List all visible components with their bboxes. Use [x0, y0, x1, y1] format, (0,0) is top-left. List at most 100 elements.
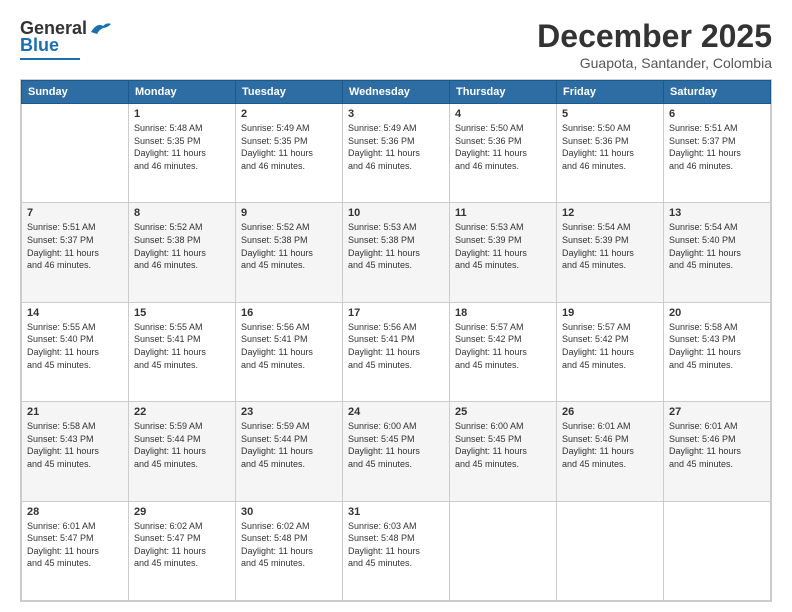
day-info: Sunrise: 5:49 AM Sunset: 5:36 PM Dayligh…: [348, 122, 444, 172]
day-cell: 27 Sunrise: 6:01 AM Sunset: 5:46 PM Dayli…: [664, 402, 771, 501]
day-cell: [450, 501, 557, 600]
day-cell: 15 Sunrise: 5:55 AM Sunset: 5:41 PM Dayli…: [129, 302, 236, 401]
day-cell: 9Sunrise: 5:52 AM Sunset: 5:38 PM Daylig…: [236, 203, 343, 302]
day-cell: 13Sunrise: 5:54 AM Sunset: 5:40 PM Dayli…: [664, 203, 771, 302]
day-cell: 16Sunrise: 5:56 AM Sunset: 5:41 PM Dayli…: [236, 302, 343, 401]
day-info: Sunrise: 6:00 AM Sunset: 5:45 PM Dayligh…: [455, 420, 551, 470]
logo-blue: Blue: [20, 35, 59, 56]
day-cell: 4Sunrise: 5:50 AM Sunset: 5:36 PM Daylig…: [450, 104, 557, 203]
day-header-wednesday: Wednesday: [343, 81, 450, 104]
calendar: SundayMondayTuesdayWednesdayThursdayFrid…: [20, 79, 772, 602]
day-number: 17: [348, 307, 444, 319]
day-header-monday: Monday: [129, 81, 236, 104]
day-info: Sunrise: 5:54 AM Sunset: 5:40 PM Dayligh…: [669, 221, 765, 271]
day-info: Sunrise: 5:51 AM Sunset: 5:37 PM Dayligh…: [27, 221, 123, 271]
day-number: 29: [134, 506, 230, 518]
day-info: Sunrise: 5:49 AM Sunset: 5:35 PM Dayligh…: [241, 122, 337, 172]
day-info: Sunrise: 5:50 AM Sunset: 5:36 PM Dayligh…: [562, 122, 658, 172]
day-info: Sunrise: 5:59 AM Sunset: 5:44 PM Dayligh…: [241, 420, 337, 470]
day-cell: 5 Sunrise: 5:50 AM Sunset: 5:36 PM Daylig…: [557, 104, 664, 203]
logo-underline: [20, 58, 80, 60]
day-info: Sunrise: 6:02 AM Sunset: 5:47 PM Dayligh…: [134, 520, 230, 570]
day-cell: 22Sunrise: 5:59 AM Sunset: 5:44 PM Dayli…: [129, 402, 236, 501]
day-info: Sunrise: 6:01 AM Sunset: 5:46 PM Dayligh…: [669, 420, 765, 470]
day-info: Sunrise: 6:00 AM Sunset: 5:45 PM Dayligh…: [348, 420, 444, 470]
day-number: 4: [455, 108, 551, 120]
main-title: December 2025: [537, 18, 772, 55]
page: General Blue December 2025 Guapota, Sant…: [0, 0, 792, 612]
day-cell: [22, 104, 129, 203]
calendar-body: 1Sunrise: 5:48 AM Sunset: 5:35 PM Daylig…: [22, 104, 771, 601]
day-number: 3: [348, 108, 444, 120]
day-info: Sunrise: 5:48 AM Sunset: 5:35 PM Dayligh…: [134, 122, 230, 172]
day-number: 25: [455, 406, 551, 418]
day-number: 7: [27, 207, 123, 219]
calendar-header: SundayMondayTuesdayWednesdayThursdayFrid…: [22, 81, 771, 104]
day-cell: 17 Sunrise: 5:56 AM Sunset: 5:41 PM Dayli…: [343, 302, 450, 401]
day-number: 21: [27, 406, 123, 418]
day-number: 16: [241, 307, 337, 319]
week-row-4: 21 Sunrise: 5:58 AM Sunset: 5:43 PM Dayli…: [22, 402, 771, 501]
logo: General Blue: [20, 18, 111, 60]
day-cell: 7 Sunrise: 5:51 AM Sunset: 5:37 PM Daylig…: [22, 203, 129, 302]
day-cell: 18Sunrise: 5:57 AM Sunset: 5:42 PM Dayli…: [450, 302, 557, 401]
day-info: Sunrise: 5:53 AM Sunset: 5:38 PM Dayligh…: [348, 221, 444, 271]
day-info: Sunrise: 5:56 AM Sunset: 5:41 PM Dayligh…: [348, 321, 444, 371]
header: General Blue December 2025 Guapota, Sant…: [20, 18, 772, 71]
day-header-friday: Friday: [557, 81, 664, 104]
day-number: 12: [562, 207, 658, 219]
day-number: 19: [562, 307, 658, 319]
day-cell: 10 Sunrise: 5:53 AM Sunset: 5:38 PM Dayli…: [343, 203, 450, 302]
day-number: 5: [562, 108, 658, 120]
header-row: SundayMondayTuesdayWednesdayThursdayFrid…: [22, 81, 771, 104]
day-cell: 29 Sunrise: 6:02 AM Sunset: 5:47 PM Dayli…: [129, 501, 236, 600]
day-info: Sunrise: 5:55 AM Sunset: 5:41 PM Dayligh…: [134, 321, 230, 371]
day-cell: [664, 501, 771, 600]
day-cell: 26Sunrise: 6:01 AM Sunset: 5:46 PM Dayli…: [557, 402, 664, 501]
day-number: 6: [669, 108, 765, 120]
day-cell: 1Sunrise: 5:48 AM Sunset: 5:35 PM Daylig…: [129, 104, 236, 203]
title-block: December 2025 Guapota, Santander, Colomb…: [537, 18, 772, 71]
day-cell: 8Sunrise: 5:52 AM Sunset: 5:38 PM Daylig…: [129, 203, 236, 302]
day-number: 11: [455, 207, 551, 219]
day-info: Sunrise: 6:03 AM Sunset: 5:48 PM Dayligh…: [348, 520, 444, 570]
day-number: 14: [27, 307, 123, 319]
day-number: 28: [27, 506, 123, 518]
day-cell: 6Sunrise: 5:51 AM Sunset: 5:37 PM Daylig…: [664, 104, 771, 203]
day-cell: 25 Sunrise: 6:00 AM Sunset: 5:45 PM Dayli…: [450, 402, 557, 501]
day-number: 8: [134, 207, 230, 219]
calendar-table: SundayMondayTuesdayWednesdayThursdayFrid…: [21, 80, 771, 601]
day-number: 9: [241, 207, 337, 219]
day-cell: 28Sunrise: 6:01 AM Sunset: 5:47 PM Dayli…: [22, 501, 129, 600]
day-cell: 14 Sunrise: 5:55 AM Sunset: 5:40 PM Dayli…: [22, 302, 129, 401]
day-header-sunday: Sunday: [22, 81, 129, 104]
day-header-thursday: Thursday: [450, 81, 557, 104]
day-number: 23: [241, 406, 337, 418]
day-number: 30: [241, 506, 337, 518]
week-row-1: 1Sunrise: 5:48 AM Sunset: 5:35 PM Daylig…: [22, 104, 771, 203]
day-number: 15: [134, 307, 230, 319]
day-cell: 19Sunrise: 5:57 AM Sunset: 5:42 PM Dayli…: [557, 302, 664, 401]
day-number: 27: [669, 406, 765, 418]
day-number: 10: [348, 207, 444, 219]
day-header-tuesday: Tuesday: [236, 81, 343, 104]
day-number: 31: [348, 506, 444, 518]
week-row-5: 28Sunrise: 6:01 AM Sunset: 5:47 PM Dayli…: [22, 501, 771, 600]
subtitle: Guapota, Santander, Colombia: [537, 55, 772, 71]
day-number: 24: [348, 406, 444, 418]
day-cell: 23 Sunrise: 5:59 AM Sunset: 5:44 PM Dayli…: [236, 402, 343, 501]
day-info: Sunrise: 5:54 AM Sunset: 5:39 PM Dayligh…: [562, 221, 658, 271]
day-cell: [557, 501, 664, 600]
day-info: Sunrise: 5:53 AM Sunset: 5:39 PM Dayligh…: [455, 221, 551, 271]
day-header-saturday: Saturday: [664, 81, 771, 104]
day-info: Sunrise: 5:58 AM Sunset: 5:43 PM Dayligh…: [27, 420, 123, 470]
logo-bird-icon: [89, 20, 111, 36]
day-info: Sunrise: 5:57 AM Sunset: 5:42 PM Dayligh…: [455, 321, 551, 371]
day-number: 20: [669, 307, 765, 319]
day-info: Sunrise: 5:59 AM Sunset: 5:44 PM Dayligh…: [134, 420, 230, 470]
day-info: Sunrise: 5:55 AM Sunset: 5:40 PM Dayligh…: [27, 321, 123, 371]
day-cell: 3 Sunrise: 5:49 AM Sunset: 5:36 PM Daylig…: [343, 104, 450, 203]
week-row-2: 7 Sunrise: 5:51 AM Sunset: 5:37 PM Daylig…: [22, 203, 771, 302]
day-number: 26: [562, 406, 658, 418]
day-cell: 2Sunrise: 5:49 AM Sunset: 5:35 PM Daylig…: [236, 104, 343, 203]
